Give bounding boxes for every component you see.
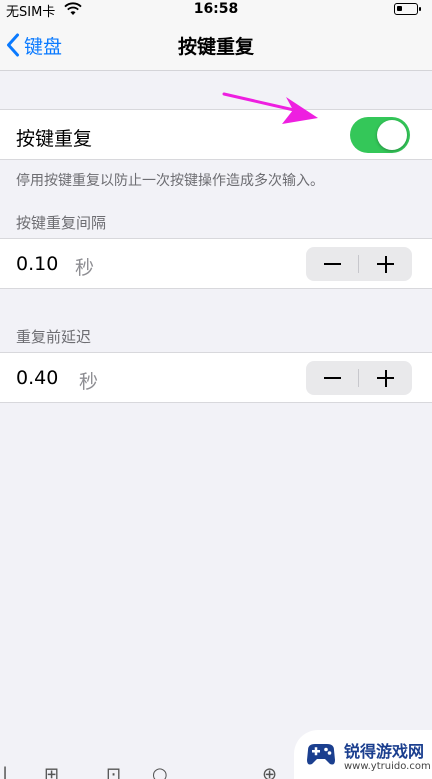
key-repeat-toggle[interactable] [350,117,410,153]
watermark-url: www.ytruido.com [344,761,431,772]
interval-row: 0.10 秒 [0,238,432,289]
info-icon: ⊕ [262,764,278,779]
frame-icon: ⊡ [106,764,122,779]
battery-icon [394,3,421,15]
watermark-title: 锐得游戏网 [344,742,425,761]
delay-stepper [306,361,412,395]
interval-value: 0.10 [16,253,59,275]
delay-decrement-button[interactable] [306,361,359,395]
toolbar-glyph-icon: | [2,764,9,779]
delay-row: 0.40 秒 [0,352,432,403]
annotation-arrow-icon [222,92,318,124]
interval-unit: 秒 [75,257,95,279]
key-repeat-footnote: 停用按键重复以防止一次按键操作造成多次输入。 [16,173,324,189]
toggle-knob [377,120,407,150]
minus-icon [324,263,341,265]
delay-increment-button[interactable] [359,361,412,395]
interval-stepper [306,247,412,281]
interval-section-header: 按键重复间隔 [16,214,107,232]
delay-value: 0.40 [16,367,59,389]
watermark: 锐得游戏网 www.ytruido.com [294,730,432,779]
interval-decrement-button[interactable] [306,247,359,281]
nav-bar: 键盘 按键重复 [0,20,432,71]
interval-increment-button[interactable] [359,247,412,281]
key-repeat-row: 按键重复 [0,109,432,160]
delay-unit: 秒 [79,371,99,393]
page-title: 按键重复 [177,36,254,58]
delay-section-header: 重复前延迟 [16,328,92,346]
minus-icon [324,377,341,379]
status-bar: 无SIM卡 16:58 [0,0,432,20]
zoom-icon: ○ [152,764,168,779]
gamepad-logo-icon [307,744,335,765]
crop-icon: ⊞ [44,764,60,779]
key-repeat-label: 按键重复 [16,128,93,150]
status-time: 16:58 [193,1,239,17]
